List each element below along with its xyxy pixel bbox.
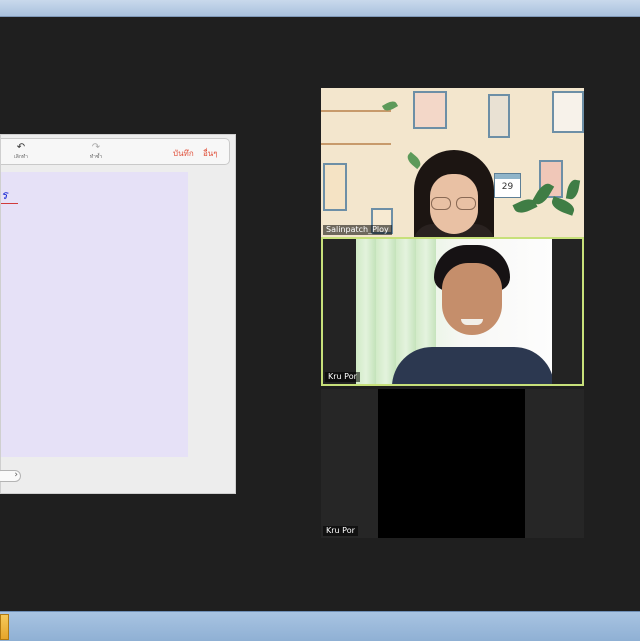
ink-underline <box>1 203 18 204</box>
participant-video-tile[interactable]: Kru Por <box>321 389 584 538</box>
taskbar-app-button[interactable] <box>0 614 9 640</box>
calendar-decoration: 29 <box>494 173 521 198</box>
drawing-canvas[interactable]: ร <box>1 172 188 457</box>
taskbar <box>0 611 640 641</box>
participant-name: Kru Por <box>323 526 358 536</box>
participant-name: Kru Por <box>325 372 360 382</box>
chevron-right-icon[interactable]: › <box>14 470 18 480</box>
redo-icon: ↷ <box>91 142 101 153</box>
drawing-toolbar: ↶ เลิกทำ ↷ ทำซ้ำ บันทึก อื่นๆ <box>1 138 230 165</box>
participant-video-tile[interactable]: 29 Salinpatch_Ploy <box>321 88 584 237</box>
save-button[interactable]: บันทึก <box>173 147 194 160</box>
participant-smile <box>461 319 483 325</box>
more-button[interactable]: อื่นๆ <box>203 147 218 160</box>
video-off-area <box>378 389 525 538</box>
undo-label: เลิกทำ <box>14 154 28 160</box>
page-navigator[interactable]: › <box>0 470 21 482</box>
glasses <box>429 197 479 211</box>
redo-button[interactable]: ↷ ทำซ้ำ <box>86 142 106 161</box>
undo-icon: ↶ <box>16 142 26 153</box>
redo-label: ทำซ้ำ <box>89 154 103 160</box>
undo-button[interactable]: ↶ เลิกทำ <box>12 142 30 161</box>
participant-video <box>356 239 552 384</box>
shared-screen-window[interactable]: ↶ เลิกทำ ↷ ทำซ้ำ บันทึก อื่นๆ ร › <box>0 134 236 494</box>
participant-body <box>392 347 552 384</box>
window-title-bar <box>0 0 640 17</box>
active-speaker-tile[interactable]: Kru Por <box>321 237 584 386</box>
participant-name: Salinpatch_Ploy <box>323 225 392 235</box>
